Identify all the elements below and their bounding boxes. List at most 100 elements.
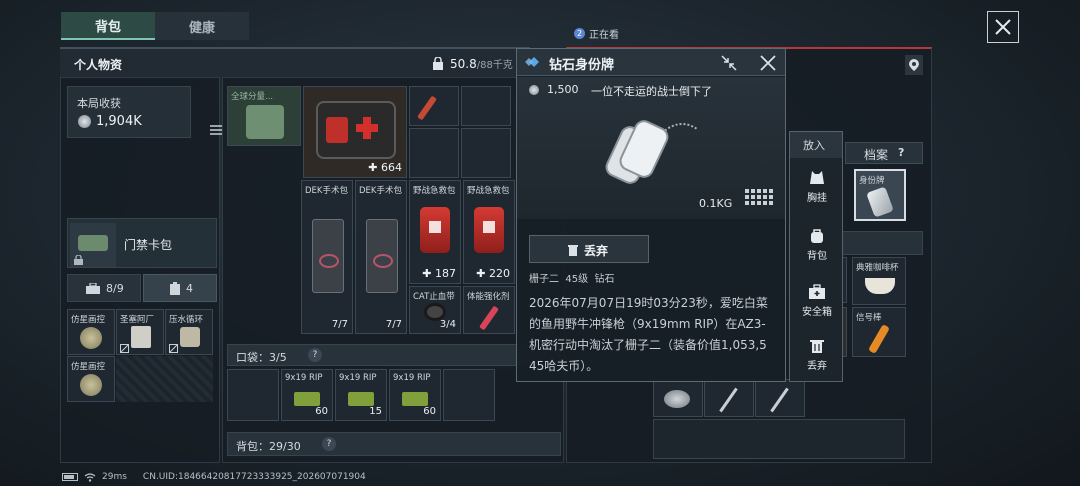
archive-header: 档案 ? [845,142,923,164]
ammo-slot[interactable]: 9x19 RIP 60 [281,369,333,421]
item-label: DEK手术包 [305,186,348,196]
weight-value: 50.8 [450,57,477,71]
item-preview: 1,500 一位不走运的战士倒下了 0.1KG [517,77,785,219]
item-count: 7/7 [331,319,348,330]
keycard-bag-image [70,223,116,267]
grid-size-icon [745,189,773,205]
menu-item-label: 安全箱 [802,307,832,318]
case-label: 仿星画控 [71,362,106,372]
close-button[interactable] [987,11,1019,43]
item-label: 9x19 RIP [285,373,323,383]
trash-icon [810,340,824,353]
rig-item-syringe[interactable] [409,86,459,126]
tourniquet-slot[interactable]: CAT止血带 3/4 [409,286,461,334]
help-icon[interactable]: ? [898,146,904,159]
spectating-label: 正在看 [589,30,619,41]
weight-readout: 50.8/88千克 [450,56,513,71]
rig-empty-slot[interactable] [409,128,459,178]
backpack-header: 背包：29/30 ? [227,432,561,456]
ammo-slot[interactable]: 9x19 RIP 60 [389,369,441,421]
pocket-empty-slot[interactable] [443,369,495,421]
flare-slot[interactable]: 信号棒 [852,307,906,357]
locked-case-area [116,356,213,402]
container-slot[interactable] [653,379,703,417]
earnings-box: 本局收获 1,904K [67,86,222,138]
field-aid-kit-slot[interactable]: 野战急救包 ✚ 220 [463,180,515,284]
coin-icon [78,115,91,128]
case-slot[interactable]: 仿星画控 [67,356,115,402]
diamond-icon [525,57,539,67]
item-label: 9x19 RIP [393,373,431,383]
inventory-title: 个人物资 [74,58,123,72]
spectating-indicator: 2 正在看 [574,26,619,41]
menu-item-chest-rig[interactable]: 胸挂 [790,170,844,204]
container-empty-row [653,419,905,459]
viewer-count-icon: 2 [574,28,585,39]
rig-empty-slot[interactable] [461,128,511,178]
menu-item-discard[interactable]: 丢弃 [790,338,844,372]
item-label: 野战急救包 [413,186,456,196]
ping-value: 29ms [102,472,127,482]
dek-surgical-kit-slot[interactable]: DEK手术包 7/7 [301,180,353,334]
case-label: 压水循环 [169,315,204,325]
first-aid-kit-slot[interactable]: ✚ 664 [303,86,407,178]
dogtag-slot[interactable]: 身份牌 [854,169,906,221]
coffee-cup-slot[interactable]: 典雅咖啡杯 [852,257,906,305]
item-label: 典雅咖啡杯 [856,263,899,273]
discard-button[interactable]: 丢弃 [529,235,649,263]
item-label: 信号棒 [856,313,882,323]
item-label: 9x19 RIP [339,373,377,383]
rig-empty-slot[interactable] [461,86,511,126]
owner-name: 栅子二 [529,274,559,285]
pocket-header: 口袋：3/5 ? [227,344,561,366]
item-count: ✚ 220 [476,267,510,280]
menu-item-label: 背包 [807,251,827,262]
rig-item-partial[interactable]: 全球分量... [227,86,301,146]
container-slot[interactable] [704,379,754,417]
tab-health[interactable]: 健康 [155,12,249,40]
collapse-icon[interactable] [721,55,737,71]
stim-slot[interactable]: 体能强化剂 [463,286,515,334]
tab-backpack[interactable]: 背包 [61,12,155,40]
case-label: 圣塞阿厂 [120,315,155,325]
dek-surgical-kit-slot[interactable]: DEK手术包 7/7 [355,180,407,334]
first-aid-count: 664 [381,161,402,174]
item-price: 1,500 [547,83,579,96]
inventory-header: 个人物资 50.8/88千克 [60,47,530,77]
earnings-value: 1,904K [96,114,142,129]
menu-item-safebox[interactable]: 安全箱 [790,284,844,318]
case-slot[interactable]: 仿星画控 [67,309,115,355]
vest-icon [810,171,824,184]
safebox-icon [809,284,825,299]
menu-item-label: 胸挂 [807,193,827,204]
trash-icon [568,245,578,256]
item-label: DEK手术包 [359,186,402,196]
menu-header-label: 放入 [803,139,825,152]
item-label: 身份牌 [859,176,885,186]
owner-info: 栅子二 45级 钻石 [529,270,614,285]
location-pin-icon[interactable] [905,55,923,75]
subtab-equipment[interactable]: 8/9 [67,274,141,302]
pocket-empty-slot[interactable] [227,369,279,421]
aid-kit-count: 220 [489,267,510,280]
subtab-cases[interactable]: 4 [143,274,217,302]
owner-level: 45级 [565,274,589,285]
help-icon[interactable]: ? [308,348,322,362]
list-icon[interactable] [210,125,222,135]
owner-rank: 钻石 [594,274,615,285]
tab-label: 背包 [94,19,121,35]
field-aid-kit-slot[interactable]: 野战急救包 ✚ 187 [409,180,461,284]
keycard-bag-slot[interactable]: 门禁卡包 [67,218,217,268]
case-slot[interactable]: 圣塞阿厂 [116,309,164,355]
case-slot[interactable]: 压水循环 [165,309,213,355]
menu-item-backpack[interactable]: 背包 [790,228,844,262]
help-icon[interactable]: ? [322,437,336,451]
item-weight: 0.1KG [699,197,733,210]
close-icon[interactable] [759,54,777,72]
container-slot[interactable] [755,379,805,417]
case-label: 仿星画控 [71,315,106,325]
weight-max: /88千克 [476,60,513,71]
popup-header: 钻石身份牌 [517,49,785,76]
ammo-slot[interactable]: 9x19 RIP 15 [335,369,387,421]
case-icon [170,282,180,295]
